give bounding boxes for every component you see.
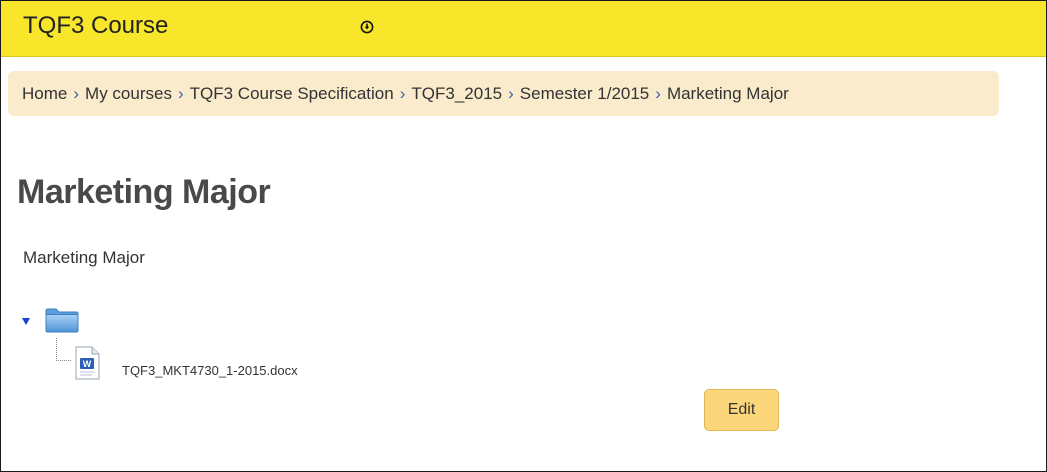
word-document-icon[interactable]: W — [72, 345, 102, 381]
site-title-link[interactable]: TQF3 Course — [23, 12, 168, 40]
breadcrumb-item-semester[interactable]: Semester 1/2015 — [520, 84, 649, 104]
expand-triangle-icon[interactable] — [21, 316, 31, 326]
breadcrumb-separator-icon: › — [508, 83, 514, 103]
breadcrumb-item-tqf3-2015[interactable]: TQF3_2015 — [411, 84, 502, 104]
file-link[interactable]: TQF3_MKT4730_1-2015.docx — [122, 363, 298, 378]
breadcrumb-item-home[interactable]: Home — [22, 84, 67, 104]
breadcrumb: Home › My courses › TQF3 Course Specific… — [8, 71, 999, 116]
top-navbar: TQF3 Course — [1, 1, 1046, 57]
edit-button[interactable]: Edit — [704, 389, 779, 431]
tree-connector — [56, 338, 71, 361]
breadcrumb-separator-icon: › — [177, 83, 184, 103]
breadcrumb-item-current[interactable]: Marketing Major — [667, 84, 789, 104]
breadcrumb-separator-icon: › — [399, 83, 406, 103]
circle-down-arrow-icon[interactable] — [360, 20, 374, 34]
breadcrumb-separator-icon: › — [73, 83, 80, 103]
folder-intro-text: Marketing Major — [23, 248, 145, 267]
breadcrumb-item-my-courses[interactable]: My courses — [85, 84, 172, 104]
breadcrumb-separator-icon: › — [655, 83, 661, 103]
page-title: Marketing Major — [17, 173, 271, 211]
breadcrumb-item-tqf3-course-specification[interactable]: TQF3 Course Specification — [190, 84, 394, 104]
svg-text:W: W — [83, 359, 92, 369]
folder-icon[interactable] — [45, 307, 79, 333]
page-frame: TQF3 Course Home › My courses › TQF3 Cou… — [0, 0, 1047, 472]
